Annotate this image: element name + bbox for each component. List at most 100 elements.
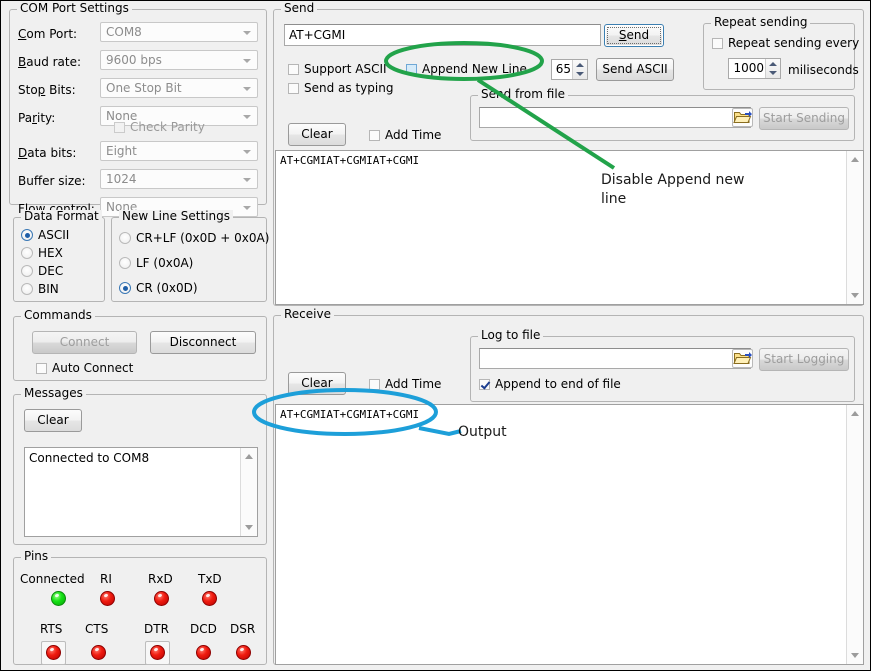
scroll-up-icon[interactable]: [851, 411, 859, 416]
disconnect-button-label: Disconnect: [170, 335, 237, 349]
baud-rate-label: Baud rate:: [18, 55, 81, 69]
radio-data-format-dec[interactable]: DEC: [21, 264, 63, 278]
green-annotation-text: Disable Append new line: [601, 171, 761, 209]
radio-dot: [21, 247, 33, 259]
radio-data-format-bin[interactable]: BIN: [21, 282, 59, 296]
checkbox-box: [406, 64, 417, 75]
send-file-browse-button[interactable]: [732, 108, 753, 127]
chevron-down-icon: [243, 115, 251, 119]
checkbox-box: [288, 83, 299, 94]
pins-title: Pins: [21, 550, 51, 563]
support-ascii-checkbox[interactable]: Support ASCII: [288, 62, 387, 76]
send-ascii-button[interactable]: Send ASCII: [596, 58, 674, 81]
log-file-path-input[interactable]: [479, 348, 751, 369]
com-port-select[interactable]: COM8: [100, 22, 258, 42]
stop-bits-label: Stop Bits:: [18, 83, 76, 97]
radio-newline-lf[interactable]: LF (0x0A): [119, 256, 193, 270]
receive-log-area[interactable]: AT+CGMIAT+CGMIAT+CGMI: [275, 404, 864, 665]
ascii-code-value: 65: [556, 62, 571, 76]
buffer-size-select[interactable]: 1024: [100, 169, 258, 189]
chevron-down-icon: [243, 59, 251, 63]
pin-led-rts: [46, 645, 61, 660]
send-log-scrollbar[interactable]: [846, 151, 863, 304]
repeat-interval-spinner[interactable]: 1000: [728, 58, 781, 79]
send-button[interactable]: Send: [604, 24, 664, 47]
messages-title: Messages: [21, 387, 86, 400]
repeat-sending-title: Repeat sending: [711, 16, 810, 29]
auto-connect-label: Auto Connect: [52, 361, 133, 375]
repeat-sending-group: Repeat sending Repeat sending every 1000…: [703, 23, 855, 90]
spinner-down-icon[interactable]: [576, 72, 584, 76]
spinner-arrows[interactable]: [765, 59, 780, 78]
receive-clear-button[interactable]: Clear: [288, 372, 346, 395]
append-to-end-of-file-checkbox[interactable]: Append to end of file: [479, 377, 621, 391]
check-parity-checkbox[interactable]: Check Parity: [114, 120, 205, 134]
scroll-down-icon[interactable]: [245, 525, 253, 530]
spinner-down-icon[interactable]: [769, 71, 777, 75]
checkbox-box: [369, 130, 380, 141]
radio-newline-cr[interactable]: CR (0x0D): [119, 281, 198, 295]
receive-clear-label: Clear: [301, 376, 332, 390]
radio-newline-crlf[interactable]: CR+LF (0x0D + 0x0A): [119, 231, 269, 245]
receive-log-scrollbar[interactable]: [846, 405, 863, 664]
radio-dot: [119, 257, 131, 269]
radio-label: LF (0x0A): [136, 256, 193, 270]
connect-button[interactable]: Connect: [32, 331, 137, 354]
radio-data-format-hex[interactable]: HEX: [21, 246, 63, 260]
scroll-down-icon[interactable]: [851, 293, 859, 298]
send-clear-button[interactable]: Clear: [288, 123, 346, 146]
start-sending-button[interactable]: Start Sending: [759, 107, 849, 130]
receive-title: Receive: [281, 308, 334, 321]
send-command-input[interactable]: AT+CGMI: [284, 24, 601, 46]
repeat-sending-checkbox[interactable]: Repeat sending every: [712, 36, 859, 50]
chevron-down-icon: [243, 150, 251, 154]
start-sending-label: Start Sending: [763, 111, 845, 125]
check-parity-label: Check Parity: [130, 120, 205, 134]
spinner-up-icon[interactable]: [769, 62, 777, 66]
commands-group: Commands Connect Disconnect Auto Connect: [13, 316, 267, 381]
pin-led-dcd: [196, 645, 211, 660]
stop-bits-select[interactable]: One Stop Bit: [100, 78, 258, 98]
send-log-area[interactable]: AT+CGMIAT+CGMIAT+CGMI: [275, 150, 864, 305]
pin-label-cts: CTS: [85, 622, 108, 636]
log-file-browse-button[interactable]: [732, 349, 753, 368]
radio-data-format-ascii[interactable]: ASCII: [21, 228, 69, 242]
folder-open-icon: [733, 350, 752, 367]
data-bits-value: Eight: [106, 144, 137, 158]
radio-label: CR+LF (0x0D + 0x0A): [136, 231, 269, 245]
spinner-up-icon[interactable]: [576, 63, 584, 67]
receive-add-time-label: Add Time: [385, 377, 441, 391]
scroll-down-icon[interactable]: [851, 653, 859, 658]
messages-clear-button[interactable]: Clear: [24, 409, 82, 432]
receive-add-time-checkbox[interactable]: Add Time: [369, 377, 441, 391]
pin-label-rxd: RxD: [148, 572, 173, 586]
start-logging-label: Start Logging: [764, 352, 845, 366]
send-file-path-input[interactable]: [479, 107, 751, 128]
append-to-end-of-file-label: Append to end of file: [495, 377, 621, 391]
start-logging-button[interactable]: Start Logging: [759, 348, 849, 371]
parity-label: Parity:: [18, 111, 55, 125]
send-group: Send AT+CGMI Send Support ASCII Append N…: [273, 9, 864, 306]
disconnect-button[interactable]: Disconnect: [150, 331, 256, 354]
ascii-code-spinner[interactable]: 65: [551, 59, 588, 80]
pin-label-dtr: DTR: [144, 622, 169, 636]
messages-log-area[interactable]: Connected to COM8: [24, 447, 258, 537]
send-as-typing-checkbox[interactable]: Send as typing: [288, 81, 393, 95]
data-bits-select[interactable]: Eight: [100, 141, 258, 161]
append-new-line-checkbox[interactable]: Append New Line: [406, 62, 527, 76]
auto-connect-checkbox[interactable]: Auto Connect: [36, 361, 133, 375]
chevron-down-icon: [243, 178, 251, 182]
scroll-up-icon[interactable]: [851, 157, 859, 162]
blue-annotation-text: Output: [458, 423, 507, 442]
spinner-arrows[interactable]: [572, 60, 587, 79]
scroll-up-icon[interactable]: [245, 454, 253, 459]
com-port-settings-group: COM Port Settings Com Port: COM8 Baud ra…: [9, 9, 267, 205]
data-format-group: Data Format ASCII HEX DEC BIN: [13, 217, 105, 302]
baud-rate-select[interactable]: 9600 bps: [100, 50, 258, 70]
send-log-text: AT+CGMIAT+CGMIAT+CGMI: [280, 154, 845, 168]
pin-led-dtr: [150, 645, 165, 660]
com-port-settings-title: COM Port Settings: [17, 2, 132, 15]
send-add-time-checkbox[interactable]: Add Time: [369, 128, 441, 142]
messages-scrollbar[interactable]: [240, 448, 257, 536]
chevron-down-icon: [243, 206, 251, 210]
